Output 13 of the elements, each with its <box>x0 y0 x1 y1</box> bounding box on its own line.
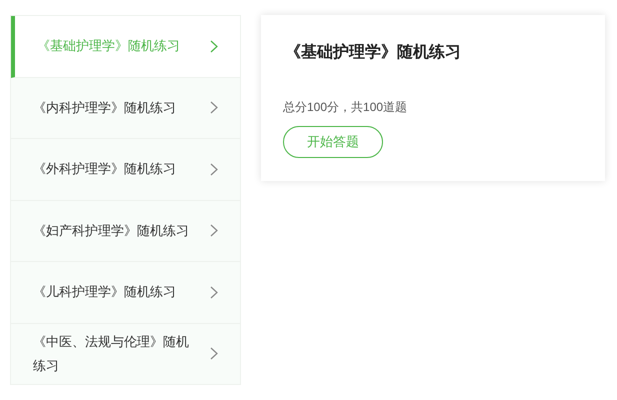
chevron-right-icon <box>210 162 218 176</box>
sidebar-item[interactable]: 《内科护理学》随机练习 <box>11 78 240 139</box>
chevron-right-icon <box>210 224 218 238</box>
chevron-right-icon <box>210 40 218 53</box>
sidebar-item[interactable]: 《外科护理学》随机练习 <box>11 139 240 200</box>
exam-summary: 总分100分，共100道题 <box>283 99 408 116</box>
chevron-right-icon <box>210 347 218 360</box>
chevron-right-icon <box>210 101 218 114</box>
sidebar-item[interactable]: 《妇产科护理学》随机练习 <box>11 200 240 262</box>
exam-title: 《基础护理学》随机练习 <box>284 42 462 63</box>
sidebar-item[interactable]: 《儿科护理学》随机练习 <box>11 262 240 324</box>
chevron-right-icon <box>210 286 218 299</box>
sidebar-item[interactable]: 《中医、法规与伦理》随机练习 <box>11 324 240 384</box>
